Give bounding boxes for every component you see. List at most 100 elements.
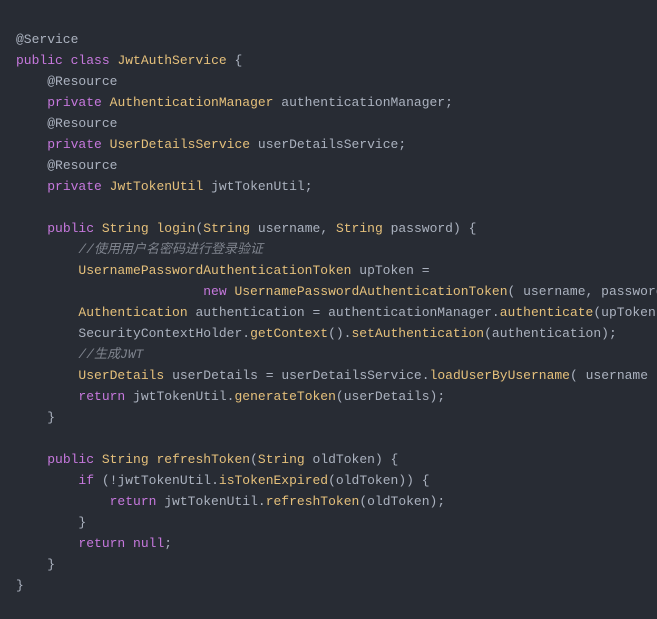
assign: = bbox=[422, 263, 430, 278]
paren: )) { bbox=[398, 473, 429, 488]
dot: . bbox=[211, 473, 219, 488]
paren: (). bbox=[328, 326, 351, 341]
arg: oldToken bbox=[336, 473, 398, 488]
type: Authentication bbox=[78, 305, 187, 320]
annotation-resource: @Resource bbox=[47, 74, 117, 89]
semi: ; bbox=[398, 137, 406, 152]
dot: . bbox=[258, 494, 266, 509]
param-name: oldToken bbox=[313, 452, 375, 467]
semi: ; bbox=[164, 536, 172, 551]
kw-if: if bbox=[78, 473, 94, 488]
arg: authentication bbox=[492, 326, 601, 341]
kw-return: return bbox=[78, 536, 125, 551]
obj: jwtTokenUtil bbox=[133, 389, 227, 404]
dot: . bbox=[422, 368, 430, 383]
method-refreshtoken: refreshToken bbox=[156, 452, 250, 467]
arg: userDetails bbox=[344, 389, 430, 404]
var-name: authentication bbox=[195, 305, 304, 320]
paren: ); bbox=[430, 494, 446, 509]
paren: ) { bbox=[453, 221, 476, 236]
method-call: authenticate bbox=[500, 305, 594, 320]
method-call: loadUserByUsername bbox=[430, 368, 570, 383]
arg: upToken bbox=[601, 305, 656, 320]
param-type: String bbox=[203, 221, 250, 236]
paren: ) { bbox=[375, 452, 398, 467]
kw-class: class bbox=[71, 53, 110, 68]
assign: = bbox=[312, 305, 328, 320]
paren: ( bbox=[250, 452, 258, 467]
obj: SecurityContextHolder bbox=[78, 326, 242, 341]
arg: password bbox=[601, 284, 657, 299]
obj: jwtTokenUtil bbox=[117, 473, 211, 488]
kw-private: private bbox=[47, 179, 102, 194]
field-name: authenticationManager bbox=[281, 95, 445, 110]
type: AuthenticationManager bbox=[110, 95, 274, 110]
brace: } bbox=[47, 410, 55, 425]
brace: { bbox=[227, 53, 243, 68]
paren: ( bbox=[593, 305, 601, 320]
arg: username bbox=[586, 368, 648, 383]
kw-private: private bbox=[47, 95, 102, 110]
kw-public: public bbox=[47, 452, 94, 467]
method-call: generateToken bbox=[234, 389, 335, 404]
annotation-resource: @Resource bbox=[47, 158, 117, 173]
annotation-service: @Service bbox=[16, 32, 78, 47]
comment: //生成JWT bbox=[78, 347, 143, 362]
paren: ( bbox=[508, 284, 524, 299]
kw-public: public bbox=[47, 221, 94, 236]
arg: oldToken bbox=[367, 494, 429, 509]
assign: = bbox=[266, 368, 282, 383]
code-block: @Service public class JwtAuthService { @… bbox=[0, 0, 657, 604]
var-name: upToken bbox=[359, 263, 414, 278]
semi: ; bbox=[445, 95, 453, 110]
var-name: userDetails bbox=[172, 368, 258, 383]
brace: } bbox=[47, 557, 55, 572]
kw-private: private bbox=[47, 137, 102, 152]
type: UsernamePasswordAuthenticationToken bbox=[78, 263, 351, 278]
field-name: userDetailsService bbox=[258, 137, 398, 152]
comment: //使用用户名密码进行登录验证 bbox=[78, 242, 263, 257]
kw-null: null bbox=[133, 536, 164, 551]
obj: jwtTokenUtil bbox=[164, 494, 258, 509]
paren: ); bbox=[601, 326, 617, 341]
semi: ; bbox=[305, 179, 313, 194]
comma: , bbox=[320, 221, 336, 236]
class-name: JwtAuthService bbox=[117, 53, 226, 68]
paren: (! bbox=[102, 473, 118, 488]
ret-type: String bbox=[102, 221, 149, 236]
type: UserDetails bbox=[78, 368, 164, 383]
paren: ( bbox=[336, 389, 344, 404]
paren: ); bbox=[430, 389, 446, 404]
paren: ); bbox=[648, 368, 657, 383]
paren: ( bbox=[570, 368, 586, 383]
paren: ( bbox=[359, 494, 367, 509]
comma: , bbox=[586, 284, 602, 299]
brace: } bbox=[16, 578, 24, 593]
paren: ( bbox=[328, 473, 336, 488]
kw-public: public bbox=[16, 53, 63, 68]
param-type: String bbox=[258, 452, 305, 467]
method-call: getContext bbox=[250, 326, 328, 341]
kw-return: return bbox=[78, 389, 125, 404]
param-name: password bbox=[391, 221, 453, 236]
field-name: jwtTokenUtil bbox=[211, 179, 305, 194]
type: UserDetailsService bbox=[110, 137, 250, 152]
kw-new: new bbox=[203, 284, 226, 299]
paren: ( bbox=[484, 326, 492, 341]
ctor: UsernamePasswordAuthenticationToken bbox=[234, 284, 507, 299]
obj: authenticationManager bbox=[328, 305, 492, 320]
kw-return: return bbox=[110, 494, 157, 509]
param-name: username bbox=[258, 221, 320, 236]
method-login: login bbox=[156, 221, 195, 236]
method-call: isTokenExpired bbox=[219, 473, 328, 488]
obj: userDetailsService bbox=[281, 368, 421, 383]
annotation-resource: @Resource bbox=[47, 116, 117, 131]
brace: } bbox=[78, 515, 86, 530]
arg: username bbox=[523, 284, 585, 299]
method-call: setAuthentication bbox=[351, 326, 484, 341]
method-call: refreshToken bbox=[266, 494, 360, 509]
dot: . bbox=[242, 326, 250, 341]
param-type: String bbox=[336, 221, 383, 236]
dot: . bbox=[492, 305, 500, 320]
ret-type: String bbox=[102, 452, 149, 467]
